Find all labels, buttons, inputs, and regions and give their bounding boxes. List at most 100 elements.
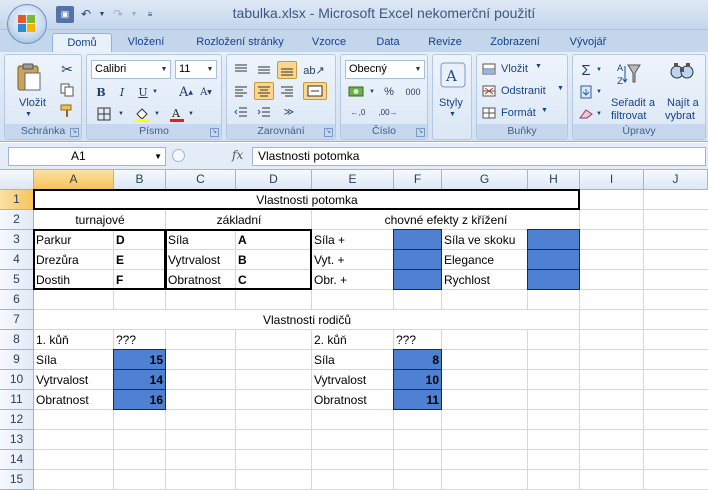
cut-icon[interactable]: ✂	[57, 60, 77, 78]
format-cells-button[interactable]: Formát	[501, 107, 536, 119]
borders-dropdown-icon[interactable]: ▼	[117, 105, 125, 123]
row-header-13[interactable]: 13	[0, 430, 34, 450]
font-color-dropdown-icon[interactable]: ▼	[187, 105, 195, 123]
font-color-icon[interactable]: A	[167, 105, 187, 123]
cell-e10[interactable]: Vytrvalost	[312, 370, 394, 390]
cell-a7[interactable]: Vlastnosti rodičů	[34, 310, 580, 330]
decrease-indent-icon[interactable]	[231, 103, 251, 121]
name-box[interactable]: A1 ▼	[8, 147, 166, 166]
column-header-i[interactable]: I	[580, 170, 644, 190]
cell-c3[interactable]: Síla	[166, 230, 236, 250]
insert-cells-button[interactable]: Vložit	[501, 63, 528, 75]
styles-icon[interactable]: A	[439, 61, 467, 89]
delete-cells-button[interactable]: Odstranit	[501, 85, 546, 97]
office-button[interactable]	[7, 4, 47, 44]
currency-dropdown-icon[interactable]: ▼	[368, 83, 376, 101]
align-middle-icon[interactable]	[254, 61, 274, 79]
font-launcher-icon[interactable]: ↘	[210, 128, 219, 137]
tab-review[interactable]: Revize	[420, 33, 470, 52]
filled-cell-f5[interactable]	[393, 269, 442, 290]
column-header-j[interactable]: J	[644, 170, 708, 190]
row-header-7[interactable]: 7	[0, 310, 34, 330]
row-header-5[interactable]: 5	[0, 270, 34, 290]
orientation-icon[interactable]: ab↗	[303, 61, 325, 79]
column-header-b[interactable]: B	[114, 170, 166, 190]
cell-g5[interactable]: Rychlost	[442, 270, 528, 290]
paste-dropdown-icon[interactable]: ▼	[25, 111, 32, 118]
cell-f10[interactable]: 10	[394, 370, 442, 390]
borders-icon[interactable]	[93, 105, 115, 123]
find-select-label-2[interactable]: vybrat	[665, 110, 695, 122]
cell-d5[interactable]: C	[236, 270, 312, 290]
cell-c5[interactable]: Obratnost	[166, 270, 236, 290]
row-header-2[interactable]: 2	[0, 210, 34, 230]
fill-color-dropdown-icon[interactable]: ▼	[153, 105, 161, 123]
cell-e11[interactable]: Obratnost	[312, 390, 394, 410]
row-header-4[interactable]: 4	[0, 250, 34, 270]
row-header-12[interactable]: 12	[0, 410, 34, 430]
increase-indent-icon[interactable]	[254, 103, 274, 121]
cell-a10[interactable]: Vytrvalost	[34, 370, 114, 390]
fill-color-icon[interactable]	[131, 105, 153, 123]
decrease-decimal-icon[interactable]: ,00→	[375, 103, 401, 121]
row-header-15[interactable]: 15	[0, 470, 34, 490]
styles-dropdown-icon[interactable]: ▼	[449, 111, 456, 118]
copy-icon[interactable]	[57, 81, 77, 99]
cell-a3[interactable]: Parkur	[34, 230, 114, 250]
worksheet-grid[interactable]: A B C D E F G H I J 1 2 3 4 5 6 7 8 9 10 11 12 13 14 15 Vlastnost…	[0, 170, 708, 490]
filled-cell-f3[interactable]	[393, 229, 442, 250]
cell-e8[interactable]: 2. kůň	[312, 330, 394, 350]
column-header-g[interactable]: G	[442, 170, 528, 190]
tab-data[interactable]: Data	[366, 33, 410, 52]
row-header-3[interactable]: 3	[0, 230, 34, 250]
tab-formulas[interactable]: Vzorce	[304, 33, 354, 52]
column-header-c[interactable]: C	[166, 170, 236, 190]
format-dropdown-icon[interactable]: ▼	[541, 107, 548, 114]
styles-button[interactable]: Styly	[439, 97, 463, 109]
row-header-6[interactable]: 6	[0, 290, 34, 310]
column-header-a[interactable]: A	[34, 170, 114, 190]
formula-bar-expand-icon[interactable]	[172, 149, 185, 162]
row-header-8[interactable]: 8	[0, 330, 34, 350]
row-header-11[interactable]: 11	[0, 390, 34, 410]
merge-center-icon[interactable]	[303, 82, 327, 100]
cell-b11[interactable]: 16	[114, 390, 166, 410]
cell-d4[interactable]: B	[236, 250, 312, 270]
cell-e3[interactable]: Síla +	[312, 230, 394, 250]
row-header-10[interactable]: 10	[0, 370, 34, 390]
cell-b3[interactable]: D	[114, 230, 166, 250]
select-all-corner[interactable]	[0, 170, 34, 190]
cell-a11[interactable]: Obratnost	[34, 390, 114, 410]
cell-f8[interactable]: ???	[394, 330, 442, 350]
autosum-icon[interactable]: Σ	[577, 61, 595, 79]
tab-home[interactable]: Domů	[52, 33, 112, 52]
sort-filter-label-2[interactable]: filtrovat	[611, 110, 646, 122]
align-center-icon[interactable]	[254, 82, 274, 100]
cell-e9[interactable]: Síla	[312, 350, 394, 370]
underline-icon[interactable]: U	[135, 83, 151, 101]
filled-cell-h4[interactable]	[527, 249, 580, 270]
row-header-9[interactable]: 9	[0, 350, 34, 370]
chevron-down-icon[interactable]: ▼	[204, 61, 216, 78]
align-right-icon[interactable]	[277, 82, 297, 100]
filled-cell-f4[interactable]	[393, 249, 442, 270]
insert-function-icon[interactable]: fx	[232, 148, 243, 162]
tab-insert[interactable]: Vložení	[118, 33, 174, 52]
paste-button[interactable]: Vložit	[19, 97, 46, 109]
thousands-separator-icon[interactable]: 000	[401, 83, 425, 101]
increase-decimal-icon[interactable]: ←,0	[345, 103, 371, 121]
number-format-combo[interactable]: Obecný ▼	[345, 60, 425, 79]
number-launcher-icon[interactable]: ↘	[416, 128, 425, 137]
clear-icon[interactable]	[577, 105, 595, 123]
grow-font-icon[interactable]: A ▲	[177, 83, 195, 101]
cell-c2[interactable]: základní	[166, 210, 312, 230]
formula-input[interactable]: Vlastnosti potomka	[252, 147, 706, 166]
wrap-text-icon[interactable]: ≫	[279, 103, 299, 121]
cell-g3[interactable]: Síla ve skoku	[442, 230, 528, 250]
align-left-icon[interactable]	[231, 82, 251, 100]
cell-c4[interactable]: Vytrvalost	[166, 250, 236, 270]
shrink-font-icon[interactable]: A ▼	[197, 83, 215, 101]
cell-a8[interactable]: 1. kůň	[34, 330, 114, 350]
tab-view[interactable]: Zobrazení	[480, 33, 550, 52]
cell-b8[interactable]: ???	[114, 330, 166, 350]
